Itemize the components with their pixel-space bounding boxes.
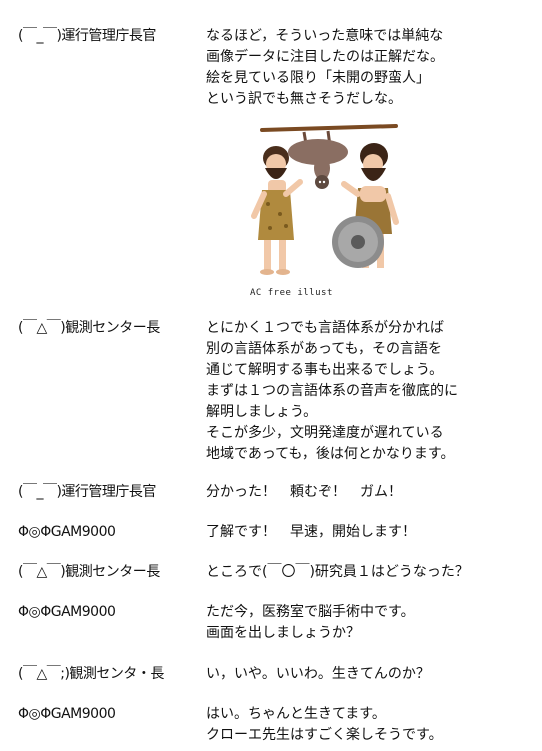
dialogue-line: 画面を出しましょうか？ [206, 625, 360, 641]
dialogue-text: ところで(￣〇￣)研究員１はどうなった？ [206, 562, 469, 583]
dialogue-line: という訳でも無さそうだしな。 [206, 91, 402, 107]
dialogue-text: とにかく１つでも言語体系が分かれば 別の言語体系があっても，その言語を 通じて解… [206, 318, 458, 465]
dialogue-line: 解明しましょう。 [206, 404, 318, 420]
dialogue-line: そこが多少，文明発達度が遅れている [206, 425, 444, 441]
dialogue-line: なるほど，そういった意味では単純な [206, 28, 444, 44]
speaker-name: (￣△￣)観測センター長 [18, 320, 160, 336]
dialogue-line: 絵を見ている限り「未開の野蛮人」 [206, 70, 430, 86]
dialogue-text: 分かった！ 頼むぞ！ ガム！ [206, 482, 402, 503]
dialogue-page: (￣_￣)運行管理庁長官 なるほど，そういった意味では単純な 画像データに注目し… [0, 0, 542, 751]
dialogue-line: ただ今，医務室で脳手術中です。 [206, 604, 415, 620]
dialogue-line: い，いや。いいわ。生きてんのか？ [206, 666, 430, 682]
dialogue-text: い，いや。いいわ。生きてんのか？ [206, 664, 430, 685]
speaker-name: (￣_￣)運行管理庁長官 [18, 28, 156, 44]
dialogue-line: 地域であっても，後は何とかなります。 [206, 446, 455, 462]
dialogue-text: 了解です！ 早速，開始します！ [206, 522, 416, 543]
dialogue-line: とにかく１つでも言語体系が分かれば [206, 320, 444, 336]
dialogue-line: 別の言語体系があっても，その言語を [206, 341, 443, 357]
speaker-name: Φ◎ΦGAM9000 [18, 706, 116, 722]
dialogue-line: 画像データに注目したのは正解だな。 [206, 49, 444, 65]
speaker-name: (￣△￣;)観測センタ・長 [18, 666, 164, 682]
speaker-name: (￣△￣)観測センター長 [18, 564, 160, 580]
illustration-credit: AC free illust [250, 288, 333, 298]
dialogue-text: なるほど，そういった意味では単純な 画像データに注目したのは正解だな。 絵を見て… [206, 26, 444, 110]
dialogue-line: 分かった！ 頼むぞ！ ガム！ [206, 484, 402, 500]
dialogue-line: まずは１つの言語体系の音声を徹底的に [206, 383, 458, 399]
cavemen-illustration [251, 124, 399, 275]
dialogue-line: 通じて解明する事も出来るでしょう。 [206, 362, 444, 378]
speaker-name: (￣_￣)運行管理庁長官 [18, 484, 156, 500]
dialogue-line: はい。ちゃんと生きてます。 [206, 706, 386, 722]
dialogue-line: ところで(￣〇￣)研究員１はどうなった？ [206, 564, 469, 580]
speaker-name: Φ◎ΦGAM9000 [18, 524, 116, 540]
speaker-name: Φ◎ΦGAM9000 [18, 604, 116, 620]
dialogue-line: クローエ先生はすごく楽しそうです。 [206, 727, 443, 743]
dialogue-line: 了解です！ 早速，開始します！ [206, 524, 416, 540]
dialogue-text: ただ今，医務室で脳手術中です。 画面を出しましょうか？ [206, 602, 415, 644]
dialogue-text: はい。ちゃんと生きてます。 クローエ先生はすごく楽しそうです。 [206, 704, 443, 746]
